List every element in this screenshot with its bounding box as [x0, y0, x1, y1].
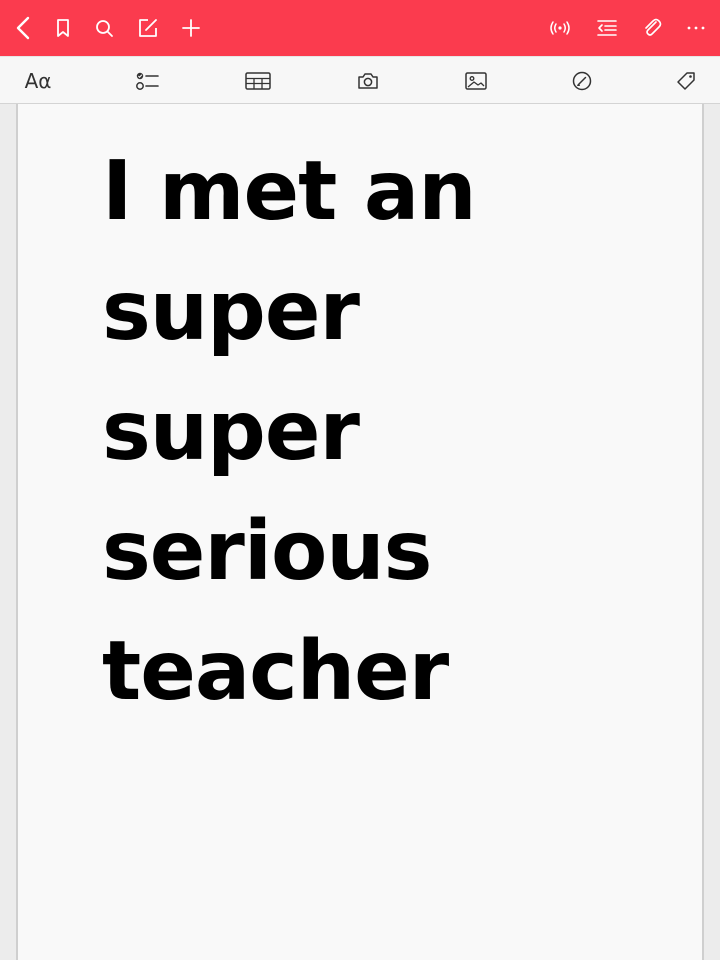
note-canvas: I met an super super serious teacher [0, 104, 720, 960]
bookmark-icon [57, 19, 69, 37]
note-line: teacher [102, 624, 449, 719]
search-icon [96, 20, 113, 37]
image-button[interactable] [452, 57, 500, 105]
back-icon [16, 16, 30, 40]
checklist-icon [136, 72, 159, 90]
note-line: super [102, 264, 360, 359]
edit-icon [139, 19, 157, 37]
tag-button[interactable] [662, 57, 710, 105]
search-button[interactable] [82, 0, 126, 56]
top-toolbar [0, 0, 720, 56]
checklist-button[interactable] [124, 57, 172, 105]
add-icon [182, 19, 200, 37]
broadcast-button[interactable] [538, 0, 582, 56]
attachment-button[interactable] [630, 0, 674, 56]
note-body[interactable]: I met an super super serious teacher [102, 132, 662, 732]
note-line: super [102, 384, 360, 479]
indent-list-button[interactable] [585, 0, 629, 56]
back-button[interactable] [2, 0, 46, 56]
sketch-button[interactable] [558, 57, 606, 105]
font-style-button[interactable]: Aα [14, 57, 62, 105]
table-icon [245, 72, 271, 90]
more-button[interactable] [674, 0, 718, 56]
broadcast-icon [550, 21, 570, 35]
image-icon [465, 72, 487, 90]
table-button[interactable] [234, 57, 282, 105]
note-line: I met an [102, 144, 477, 239]
sketch-icon [572, 71, 592, 91]
camera-icon [358, 73, 378, 89]
add-button[interactable] [169, 0, 213, 56]
attachment-icon [645, 18, 662, 36]
note-page[interactable]: I met an super super serious teacher [16, 104, 704, 960]
format-toolbar: Aα [0, 56, 720, 104]
indent-list-icon [597, 20, 617, 36]
note-line: serious [102, 504, 433, 599]
edit-button[interactable] [126, 0, 170, 56]
bookmark-button[interactable] [41, 0, 85, 56]
camera-button[interactable] [344, 57, 392, 105]
font-style-label: Aα [24, 69, 52, 93]
more-icon [687, 26, 705, 30]
tag-icon [677, 72, 695, 90]
